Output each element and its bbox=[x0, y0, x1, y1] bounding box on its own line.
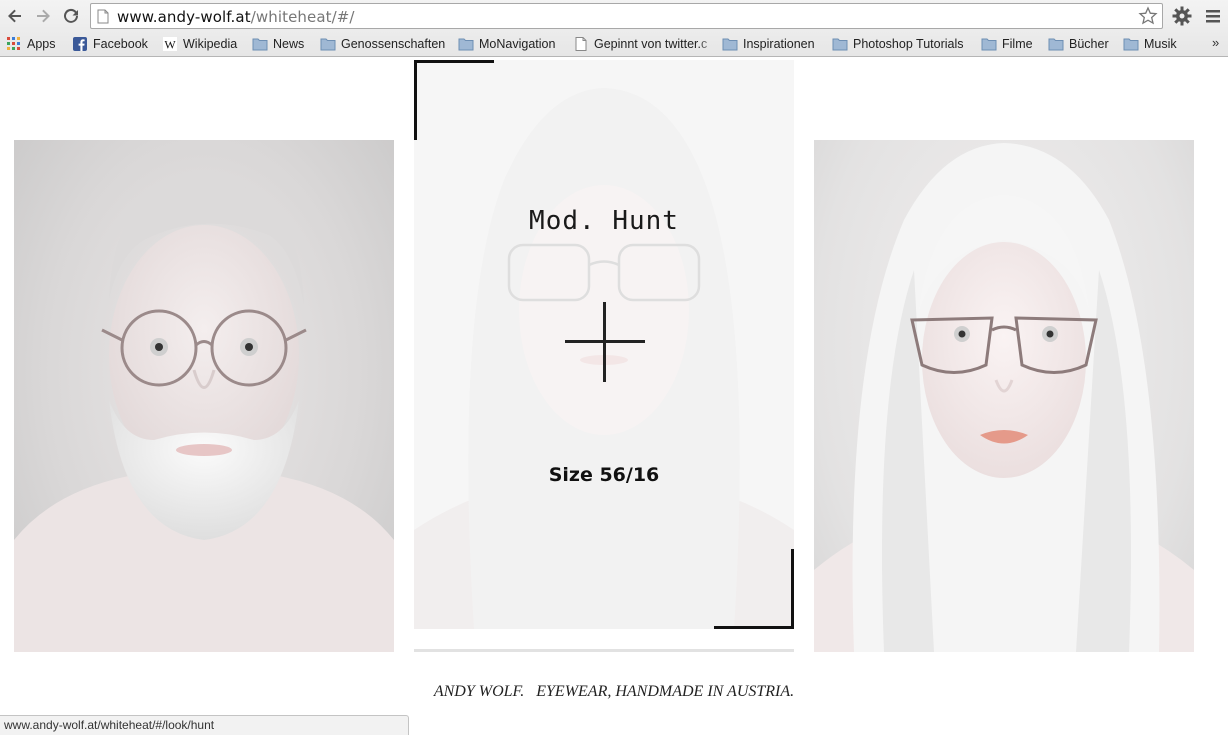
footer-tagline: ANDY WOLF. EYEWEAR, HANDMADE IN AUSTRIA. bbox=[0, 683, 1228, 701]
forward-arrow-icon bbox=[37, 9, 50, 23]
bookmark-inspirationen[interactable]: Inspirationen bbox=[722, 35, 815, 53]
folder-icon bbox=[832, 38, 848, 51]
navigation-toolbar: www.andy-wolf.at/whiteheat/#/ bbox=[0, 0, 1228, 32]
page-icon bbox=[575, 37, 587, 51]
bookmark-label: News bbox=[273, 37, 305, 51]
corner-bracket-top-left bbox=[414, 60, 494, 63]
page-content: Mod. Hunt Size 56/16 ANDY WOLF. EYEWEAR,… bbox=[0, 57, 1228, 735]
model-name: Mod. Hunt bbox=[529, 206, 679, 236]
forward-button[interactable] bbox=[32, 5, 54, 27]
corner-bracket-bottom-right bbox=[714, 626, 794, 629]
bookmark-news[interactable]: News bbox=[252, 35, 304, 53]
back-button[interactable] bbox=[4, 5, 26, 27]
corner-bracket-top-left-vertical bbox=[414, 60, 417, 140]
plus-icon-vertical bbox=[603, 302, 606, 382]
folder-icon bbox=[320, 38, 336, 51]
bookmark-apps[interactable]: Apps bbox=[6, 35, 56, 53]
bookmark-label: Gepinnt von twitter.c bbox=[594, 37, 708, 51]
browser-chrome: www.andy-wolf.at/whiteheat/#/ Apps Faceb… bbox=[0, 0, 1228, 57]
bookmark-wikipedia[interactable]: W Wikipedia bbox=[162, 35, 237, 53]
bookmark-star-icon[interactable] bbox=[1138, 6, 1158, 26]
portrait-right-illustration bbox=[814, 143, 1194, 652]
bookmark-label: Apps bbox=[27, 37, 56, 51]
bookmark-facebook[interactable]: Facebook bbox=[72, 35, 148, 53]
folder-icon bbox=[458, 38, 474, 51]
folder-icon bbox=[1123, 38, 1139, 51]
bookmark-label: Photoshop Tutorials bbox=[853, 37, 964, 51]
footer-brand: ANDY WOLF. bbox=[433, 683, 525, 700]
look-overlay[interactable]: Mod. Hunt Size 56/16 bbox=[414, 60, 794, 629]
bookmark-musik[interactable]: Musik bbox=[1123, 35, 1177, 53]
bookmark-photoshop-tutorials[interactable]: Photoshop Tutorials bbox=[832, 35, 964, 53]
url-text[interactable]: www.andy-wolf.at/whiteheat/#/ bbox=[117, 8, 355, 26]
bookmark-label: Wikipedia bbox=[183, 37, 238, 51]
bookmark-genossenschaften[interactable]: Genossenschaften bbox=[320, 35, 445, 53]
status-bar: www.andy-wolf.at/whiteheat/#/look/hunt bbox=[0, 715, 409, 735]
status-url: www.andy-wolf.at/whiteheat/#/look/hunt bbox=[4, 718, 215, 732]
svg-text:W: W bbox=[164, 38, 176, 52]
bookmark-filme[interactable]: Filme bbox=[981, 35, 1033, 53]
portrait-right-image[interactable] bbox=[814, 140, 1194, 652]
apps-grid-icon bbox=[7, 37, 20, 50]
bookmarks-overflow-chevron-icon[interactable]: » bbox=[1212, 35, 1219, 50]
bookmark-label: Inspirationen bbox=[743, 37, 815, 51]
wikipedia-icon: W bbox=[163, 37, 177, 52]
bookmark-label: MoNavigation bbox=[479, 37, 556, 51]
size-label: Size 56/16 bbox=[548, 464, 660, 486]
corner-bracket-bottom-right-vertical bbox=[791, 549, 794, 629]
url-path: /whiteheat/#/ bbox=[250, 8, 355, 26]
folder-icon bbox=[252, 38, 268, 51]
bookmark-label: Bücher bbox=[1069, 37, 1109, 51]
bookmark-buecher[interactable]: Bücher bbox=[1048, 35, 1109, 53]
portrait-left-image[interactable] bbox=[14, 140, 394, 652]
bookmark-monavigation[interactable]: MoNavigation bbox=[458, 35, 555, 53]
slider-track[interactable] bbox=[414, 649, 794, 652]
page-icon bbox=[97, 9, 109, 24]
back-arrow-icon bbox=[8, 9, 21, 23]
bookmark-label: Filme bbox=[1002, 37, 1033, 51]
bookmark-label: Facebook bbox=[93, 37, 148, 51]
folder-icon bbox=[981, 38, 997, 51]
url-host: www.andy-wolf.at bbox=[117, 8, 251, 26]
folder-icon bbox=[1048, 38, 1064, 51]
folder-icon bbox=[722, 38, 738, 51]
bookmark-gepinnt[interactable]: Gepinnt von twitter.c bbox=[573, 35, 716, 53]
bookmark-label: Musik bbox=[1144, 37, 1177, 51]
gear-icon[interactable] bbox=[1171, 5, 1193, 27]
address-bar[interactable]: www.andy-wolf.at/whiteheat/#/ bbox=[90, 3, 1163, 29]
bookmarks-bar: Apps Facebook W Wikipedia News Genossens… bbox=[0, 32, 1228, 56]
bookmark-label: Genossenschaften bbox=[341, 37, 446, 51]
reload-icon bbox=[64, 8, 78, 23]
footer-slogan: EYEWEAR, HANDMADE IN AUSTRIA. bbox=[536, 683, 795, 700]
portrait-left-illustration bbox=[14, 180, 394, 652]
menu-icon[interactable] bbox=[1203, 6, 1223, 26]
reload-button[interactable] bbox=[60, 5, 82, 27]
facebook-icon bbox=[73, 37, 87, 51]
